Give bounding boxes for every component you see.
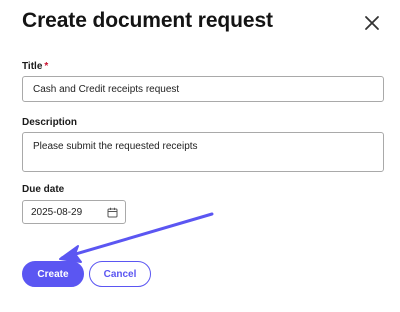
calendar-icon[interactable] <box>107 207 118 218</box>
title-label: Title * <box>22 61 48 72</box>
required-mark: * <box>44 61 49 72</box>
due-date-label: Due date <box>22 184 65 195</box>
description-textarea[interactable]: Please submit the requested receipts <box>22 132 384 172</box>
create-button[interactable]: Create <box>22 261 84 287</box>
close-button[interactable] <box>361 12 383 34</box>
description-textarea-value: Please submit the requested receipts <box>33 141 198 152</box>
cancel-button[interactable]: Cancel <box>89 261 151 287</box>
close-icon <box>365 16 379 30</box>
due-date-input[interactable]: 2025-08-29 <box>22 200 126 224</box>
create-document-request-dialog: Create document request Title * Cash and … <box>0 0 400 312</box>
title-input[interactable]: Cash and Credit receipts request <box>22 76 384 102</box>
title-input-value: Cash and Credit receipts request <box>33 83 180 95</box>
dialog-title: Create document request <box>22 9 273 32</box>
description-label: Description <box>22 117 78 128</box>
due-date-value: 2025-08-29 <box>31 206 83 218</box>
title-label-text: Title <box>22 61 43 72</box>
